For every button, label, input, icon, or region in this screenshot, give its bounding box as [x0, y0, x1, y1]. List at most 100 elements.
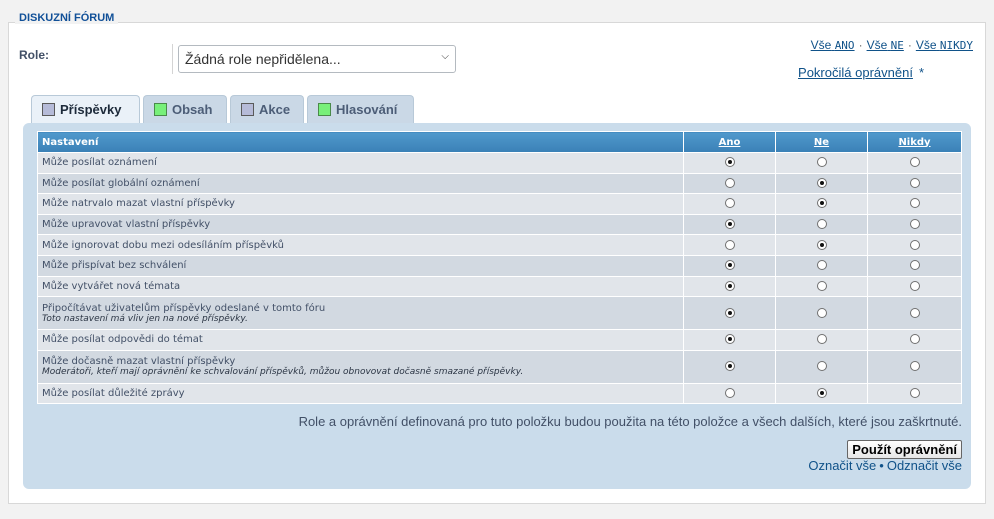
radio-no[interactable]: [816, 239, 827, 250]
radio-yes[interactable]: [724, 260, 735, 271]
option-cell-never: [867, 275, 962, 298]
set-all-never-link[interactable]: Vše NIKDY: [916, 38, 973, 52]
role-label: Role:: [19, 48, 49, 62]
permission-description: Může posílat oznámení: [37, 152, 684, 174]
radio-no[interactable]: [816, 198, 827, 209]
radio-yes[interactable]: [724, 334, 735, 345]
tab-prispevky[interactable]: Příspěvky: [31, 95, 140, 125]
advanced-permissions-link[interactable]: Pokročilá oprávnění: [798, 65, 913, 80]
radio-yes[interactable]: [724, 361, 735, 372]
set-all-yes-link[interactable]: Vše ANO: [811, 38, 855, 52]
column-header-setting: Nastavení: [37, 131, 684, 153]
permission-note: Moderátoři, kteří mají oprávnění ke schv…: [42, 367, 524, 378]
option-cell-no: [775, 275, 868, 298]
tab-obsah[interactable]: Obsah: [143, 95, 227, 123]
table-row: Může přispívat bez schválení: [37, 254, 962, 277]
column-header-yes: Ano: [683, 131, 776, 153]
tab-akce[interactable]: Akce: [230, 95, 304, 123]
permission-label: Připočítávat uživatelům příspěvky odesla…: [42, 302, 326, 314]
radio-yes[interactable]: [724, 219, 735, 230]
permission-description: Může dočasně mazat vlastní příspěvky Mode…: [37, 349, 684, 384]
permission-description: Může vytvářet nová témata: [37, 275, 684, 298]
option-cell-yes: [683, 193, 776, 215]
category-color-icon: [241, 103, 254, 116]
radio-yes[interactable]: [724, 177, 735, 188]
link-prefix: Vše: [915, 38, 937, 52]
option-cell-yes: [683, 234, 776, 256]
radio-never[interactable]: [909, 239, 920, 250]
radio-no[interactable]: [816, 157, 827, 168]
radio-no[interactable]: [816, 361, 827, 372]
option-cell-no: [775, 152, 868, 174]
link-value: NE: [890, 39, 904, 52]
role-select-value: Žádná role nepřidělena...: [185, 51, 341, 67]
radio-no[interactable]: [816, 260, 827, 271]
apply-permissions-button[interactable]: Použít oprávnění: [847, 440, 962, 459]
mark-all-link[interactable]: Označit vše: [808, 458, 876, 473]
radio-yes[interactable]: [724, 157, 735, 168]
radio-never[interactable]: [909, 260, 920, 271]
radio-yes[interactable]: [724, 307, 735, 318]
radio-never[interactable]: [909, 219, 920, 230]
radio-yes[interactable]: [724, 239, 735, 250]
column-no-link[interactable]: Ne: [814, 137, 829, 148]
radio-no[interactable]: [816, 307, 827, 318]
option-cell-no: [775, 382, 868, 405]
table-row: Může posílat důležité zprávy: [37, 382, 962, 405]
permission-label: Může posílat globální oznámení: [42, 177, 200, 189]
permission-description: Může natrvalo mazat vlastní příspěvky: [37, 193, 684, 215]
option-cell-never: [867, 172, 962, 195]
table-row: Připočítávat uživatelům příspěvky odesla…: [37, 296, 962, 331]
separator: ·: [907, 38, 912, 52]
radio-never[interactable]: [909, 361, 920, 372]
radio-never[interactable]: [909, 280, 920, 291]
option-cell-never: [867, 382, 962, 405]
radio-never[interactable]: [909, 388, 920, 399]
option-cell-never: [867, 234, 962, 256]
option-cell-yes: [683, 172, 776, 195]
radio-no[interactable]: [816, 177, 827, 188]
permission-description: Může posílat důležité zprávy: [37, 382, 684, 405]
category-color-icon: [318, 103, 331, 116]
radio-no[interactable]: [816, 280, 827, 291]
permissions-footnote: Role a oprávnění definovaná pro tuto pol…: [298, 414, 962, 429]
permission-description: Může posílat globální oznámení: [37, 172, 684, 195]
advanced-permissions: Pokročilá oprávnění *: [798, 65, 924, 80]
option-cell-no: [775, 213, 868, 236]
radio-yes[interactable]: [724, 280, 735, 291]
option-cell-never: [867, 152, 962, 174]
role-select[interactable]: Žádná role nepřidělena... ⌵: [178, 45, 456, 73]
radio-yes[interactable]: [724, 388, 735, 399]
radio-no[interactable]: [816, 388, 827, 399]
tab-label: Příspěvky: [60, 102, 122, 117]
table-row: Může ignorovat dobu mezi odesíláním přís…: [37, 234, 962, 256]
radio-never[interactable]: [909, 177, 920, 188]
column-header-never: Nikdy: [867, 131, 962, 153]
radio-no[interactable]: [816, 334, 827, 345]
radio-no[interactable]: [816, 219, 827, 230]
radio-never[interactable]: [909, 198, 920, 209]
table-row: Může dočasně mazat vlastní příspěvky Mode…: [37, 349, 962, 384]
column-never-link[interactable]: Nikdy: [898, 137, 930, 148]
option-cell-never: [867, 254, 962, 277]
radio-yes[interactable]: [724, 198, 735, 209]
option-cell-yes: [683, 152, 776, 174]
permission-label: Může ignorovat dobu mezi odesíláním přís…: [42, 239, 284, 251]
set-all-no-link[interactable]: Vše NE: [867, 38, 904, 52]
link-prefix: Vše: [810, 38, 832, 52]
column-yes-link[interactable]: Ano: [719, 137, 741, 148]
radio-never[interactable]: [909, 334, 920, 345]
link-value: NIKDY: [939, 39, 973, 52]
option-cell-never: [867, 329, 962, 351]
radio-never[interactable]: [909, 307, 920, 318]
unmark-all-link[interactable]: Odznačit vše: [887, 458, 962, 473]
table-row: Může upravovat vlastní příspěvky: [37, 213, 962, 236]
radio-never[interactable]: [909, 157, 920, 168]
option-cell-no: [775, 349, 868, 384]
tab-hlasovani[interactable]: Hlasování: [307, 95, 414, 123]
link-prefix: Vše: [866, 38, 888, 52]
option-cell-yes: [683, 213, 776, 236]
permissions-table: Nastavení Ano Ne Nikdy Může posílat ozná…: [37, 131, 962, 405]
option-cell-yes: [683, 349, 776, 384]
option-cell-yes: [683, 329, 776, 351]
